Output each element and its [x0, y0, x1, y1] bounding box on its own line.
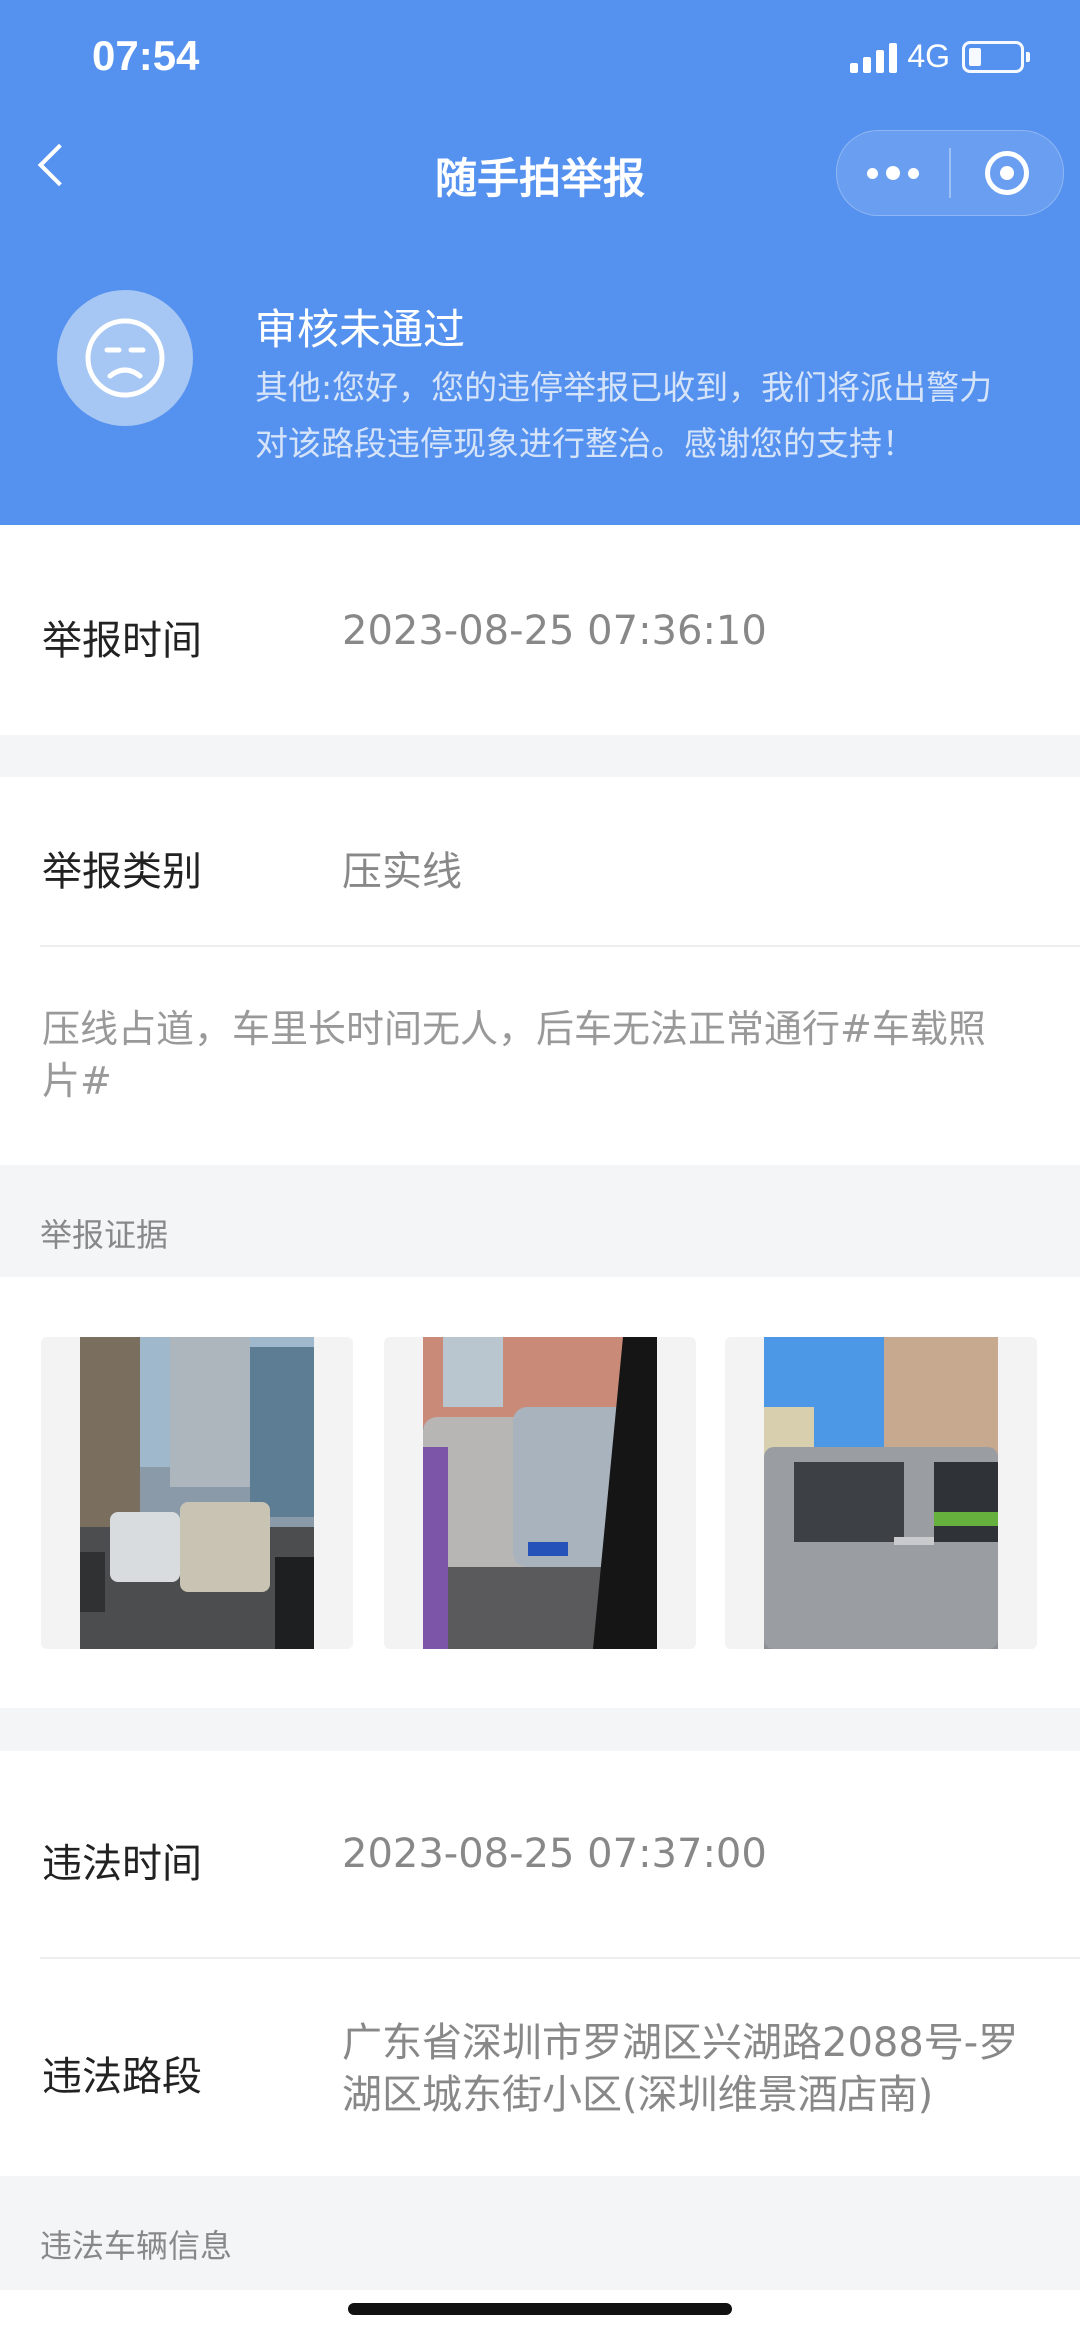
more-icon[interactable] — [837, 131, 949, 215]
violation-time-label: 违法时间 — [42, 1841, 202, 1887]
violation-time-value: 2023-08-25 07:37:00 — [342, 1831, 767, 1877]
close-miniprogram-icon[interactable] — [951, 131, 1063, 215]
category-section: 举报类别 压实线 压线占道，车里长时间无人，后车无法正常通行#车载照片# — [0, 777, 1080, 1165]
violation-section: 违法时间 2023-08-25 07:37:00 违法路段 广东省深圳市罗湖区兴… — [0, 1751, 1080, 2176]
evidence-label: 举报证据 — [40, 1216, 169, 1254]
review-message: 其他:您好，您的违停举报已收到，我们将派出警力对该路段违停现象进行整治。感谢您的… — [255, 368, 993, 463]
photo-van-side — [764, 1337, 998, 1649]
evidence-photo-2[interactable] — [384, 1337, 696, 1649]
divider — [40, 1957, 1080, 1959]
review-status: 审核未通过 — [255, 305, 466, 354]
category-value: 压实线 — [342, 849, 462, 895]
evidence-photo-3[interactable] — [725, 1337, 1037, 1649]
divider — [40, 945, 1080, 947]
network-type: 4G — [907, 38, 950, 74]
report-time-value: 2023-08-25 07:36:10 — [342, 608, 767, 654]
report-time-section: 举报时间 2023-08-25 07:36:10 — [0, 525, 1080, 735]
violation-location-value: 广东省深圳市罗湖区兴湖路2088号-罗湖区城东街小区(深圳维景酒店南) — [342, 2020, 1019, 2118]
photo-street-vans — [80, 1337, 314, 1649]
photo-minivans-closeup — [423, 1337, 657, 1649]
status-time: 07:54 — [92, 32, 200, 79]
report-description: 压线占道，车里长时间无人，后车无法正常通行#车载照片# — [42, 1007, 986, 1103]
battery-icon — [962, 40, 1030, 73]
home-indicator[interactable] — [348, 2303, 732, 2315]
miniprogram-capsule — [836, 130, 1064, 216]
status-indicators: 4G — [850, 38, 1030, 75]
report-time-label: 举报时间 — [42, 618, 202, 664]
vehicle-info-label: 违法车辆信息 — [40, 2227, 233, 2265]
header: 07:54 4G 随手拍举报 审核未通过 其他:您好，您的违停举报已收到，我们将… — [0, 0, 1080, 525]
violation-location-label: 违法路段 — [42, 2054, 202, 2100]
signal-icon — [850, 41, 898, 73]
category-label: 举报类别 — [42, 849, 202, 895]
evidence-photo-1[interactable] — [41, 1337, 353, 1649]
sad-face-icon — [57, 290, 193, 426]
